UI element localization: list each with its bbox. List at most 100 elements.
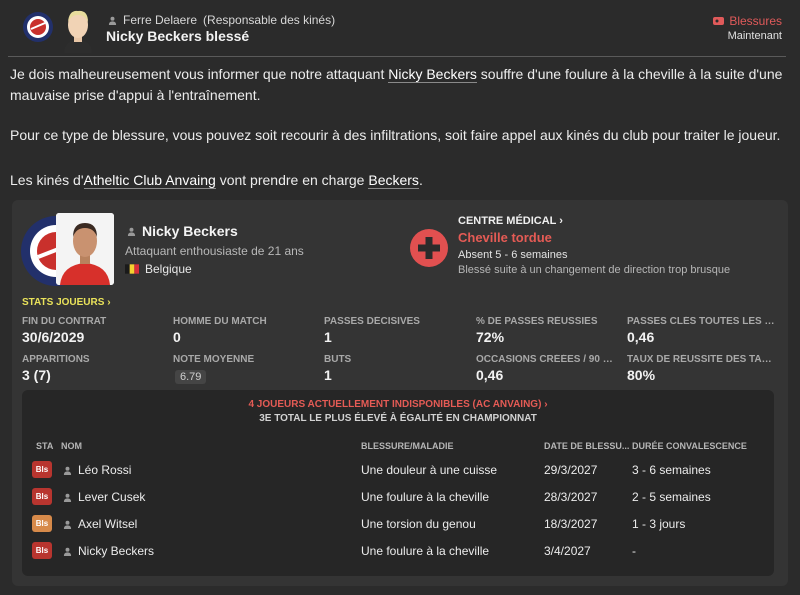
injury-cell: Une torsion du genou xyxy=(361,517,476,531)
stat-label: OCCASIONS CRÉÉES / 90 MIN. xyxy=(476,354,621,365)
table-row[interactable]: Bls Axel Witsel Une torsion du genou 18/… xyxy=(22,512,774,538)
person-icon xyxy=(127,227,136,236)
sender-line: Ferre Delaere (Responsable des kinés) xyxy=(108,13,335,27)
stat-pass-completion: % DE PASSES RÉUSSIES 72% xyxy=(476,316,621,345)
stat-label: PASSES CLÉS TOUTES LES 90... xyxy=(627,316,777,327)
unavailable-players-link[interactable]: 4 JOUEURS ACTUELLEMENT INDISPONIBLES (AC… xyxy=(22,399,774,410)
duration-cell: 1 - 3 jours xyxy=(632,517,686,531)
stat-label: HOMME DU MATCH xyxy=(173,316,267,327)
belgium-flag-icon xyxy=(125,264,139,274)
stat-label: BUTS xyxy=(324,354,352,365)
rating-badge: 6.79 xyxy=(175,370,207,384)
player-description: Attaquant enthousiaste de 21 ans xyxy=(125,244,304,258)
stat-chances-created: OCCASIONS CRÉÉES / 90 MIN. 0,46 xyxy=(476,354,621,383)
stat-goals: BUTS 1 xyxy=(324,354,469,383)
player-name-link[interactable]: Léo Rossi xyxy=(78,463,131,477)
stat-value: 72% xyxy=(476,329,505,345)
category-label: Blessures xyxy=(713,14,782,28)
date-cell: 29/3/2027 xyxy=(544,463,598,477)
duration-cell: 3 - 6 semaines xyxy=(632,463,711,477)
stat-label: TAUX DE RÉUSSITE DES TACL... xyxy=(627,354,777,365)
chevron-right-icon: › xyxy=(544,399,548,410)
player-name-link[interactable]: Lever Cusek xyxy=(78,490,145,504)
injury-cell: Une foulure à la cheville xyxy=(361,490,490,504)
injury-cause: Blessé suite à un changement de directio… xyxy=(458,264,731,276)
column-header-duration[interactable]: DURÉE CONVALESCENCE xyxy=(632,441,747,451)
club-link[interactable]: Atheltic Club Anvaing xyxy=(83,172,216,189)
column-header-status[interactable]: STA xyxy=(36,441,53,451)
paragraph-1-text: Je dois malheureusement vous informer qu… xyxy=(10,66,389,82)
date-cell: 28/3/2027 xyxy=(544,490,598,504)
player-name-link[interactable]: Axel Witsel xyxy=(78,517,137,531)
player-photo[interactable] xyxy=(56,213,114,285)
duration-cell: - xyxy=(632,544,636,558)
person-icon xyxy=(63,493,72,502)
medical-centre-link[interactable]: CENTRE MÉDICAL › xyxy=(458,215,563,227)
stat-value: 3 (7) xyxy=(22,367,51,383)
paragraph-2: Pour ce type de blessure, vous pouvez so… xyxy=(10,127,781,143)
stat-value: 80% xyxy=(627,367,656,383)
stat-value: 6.79 xyxy=(173,367,318,384)
column-header-name[interactable]: NOM xyxy=(61,441,82,451)
player-surname-link[interactable]: Beckers xyxy=(368,172,419,189)
stat-assists: PASSES DÉCISIVES 1 xyxy=(324,316,469,345)
unavailable-players-panel: 4 JOUEURS ACTUELLEMENT INDISPONIBLES (AC… xyxy=(22,390,774,576)
status-badge: Bls xyxy=(32,461,52,478)
stat-value: 30/6/2029 xyxy=(22,329,85,345)
player-stats-link[interactable]: STATS JOUEURS › xyxy=(22,297,111,308)
club-crest-icon[interactable] xyxy=(22,11,54,43)
person-icon xyxy=(63,547,72,556)
stat-player-of-match: HOMME DU MATCH 0 xyxy=(173,316,318,345)
medical-cross-icon xyxy=(410,229,448,267)
stat-contract-end: FIN DU CONTRAT 30/6/2029 xyxy=(22,316,167,345)
player-link[interactable]: Nicky Beckers xyxy=(388,66,477,83)
stat-value: 0 xyxy=(173,329,181,345)
stat-average-rating: NOTE MOYENNE 6.79 xyxy=(173,354,318,384)
category-text: Blessures xyxy=(729,14,782,28)
duration-cell: 2 - 5 semaines xyxy=(632,490,711,504)
column-header-date[interactable]: DATE DE BLESSU... xyxy=(544,441,629,451)
injury-tag-icon xyxy=(713,17,725,25)
player-cell: Lever Cusek xyxy=(63,490,145,504)
paragraph-3-text-mid: vont prendre en charge xyxy=(215,172,369,188)
column-header-injury[interactable]: BLESSURE/MALADIE xyxy=(361,441,454,451)
stat-label: PASSES DÉCISIVES xyxy=(324,316,420,327)
date-cell: 3/4/2027 xyxy=(544,544,591,558)
paragraph-3-text: Les kinés d' xyxy=(10,172,84,188)
stat-value: 1 xyxy=(324,367,332,383)
stat-label: FIN DU CONTRAT xyxy=(22,316,107,327)
nationality-text[interactable]: Belgique xyxy=(145,262,192,276)
injury-name: Cheville tordue xyxy=(458,230,552,245)
paragraph-3-text-end: . xyxy=(418,172,423,188)
chevron-right-icon: › xyxy=(559,215,563,227)
stat-tackle-success: TAUX DE RÉUSSITE DES TACL... 80% xyxy=(627,354,777,383)
player-name-link[interactable]: Nicky Beckers xyxy=(78,544,154,558)
medical-centre-label: CENTRE MÉDICAL xyxy=(458,215,557,227)
sender-avatar[interactable] xyxy=(60,7,96,53)
stat-label: NOTE MOYENNE xyxy=(173,354,255,365)
paragraph-1: Je dois malheureusement vous informer qu… xyxy=(10,64,790,106)
player-cell: Nicky Beckers xyxy=(63,544,154,558)
player-cell: Léo Rossi xyxy=(63,463,131,477)
stat-appearances: APPARITIONS 3 (7) xyxy=(22,354,167,383)
stat-value: 0,46 xyxy=(476,367,504,383)
person-icon xyxy=(63,520,72,529)
player-cell: Axel Witsel xyxy=(63,517,137,531)
unavailable-subtitle: 3E TOTAL LE PLUS ÉLEVÉ À ÉGALITÉ EN CHAM… xyxy=(259,413,537,424)
table-row[interactable]: Bls Nicky Beckers Une foulure à la chevi… xyxy=(22,539,774,565)
status-badge: Bls xyxy=(32,488,52,505)
player-stats-label: STATS JOUEURS xyxy=(22,297,105,308)
header-divider xyxy=(8,56,786,57)
stat-label: APPARITIONS xyxy=(22,354,90,365)
injury-cell: Une douleur à une cuisse xyxy=(361,463,498,477)
person-icon xyxy=(63,466,72,475)
stat-value: 0,46 xyxy=(627,329,655,345)
injury-cell: Une foulure à la cheville xyxy=(361,544,490,558)
player-name-text[interactable]: Nicky Beckers xyxy=(142,223,238,239)
sender-name[interactable]: Ferre Delaere xyxy=(123,13,197,27)
table-row[interactable]: Bls Léo Rossi Une douleur à une cuisse 2… xyxy=(22,458,774,484)
player-nationality: Belgique xyxy=(125,262,192,276)
table-row[interactable]: Bls Lever Cusek Une foulure à la chevill… xyxy=(22,485,774,511)
chevron-right-icon: › xyxy=(107,297,111,308)
player-card: Nicky Beckers Attaquant enthousiaste de … xyxy=(12,200,788,586)
